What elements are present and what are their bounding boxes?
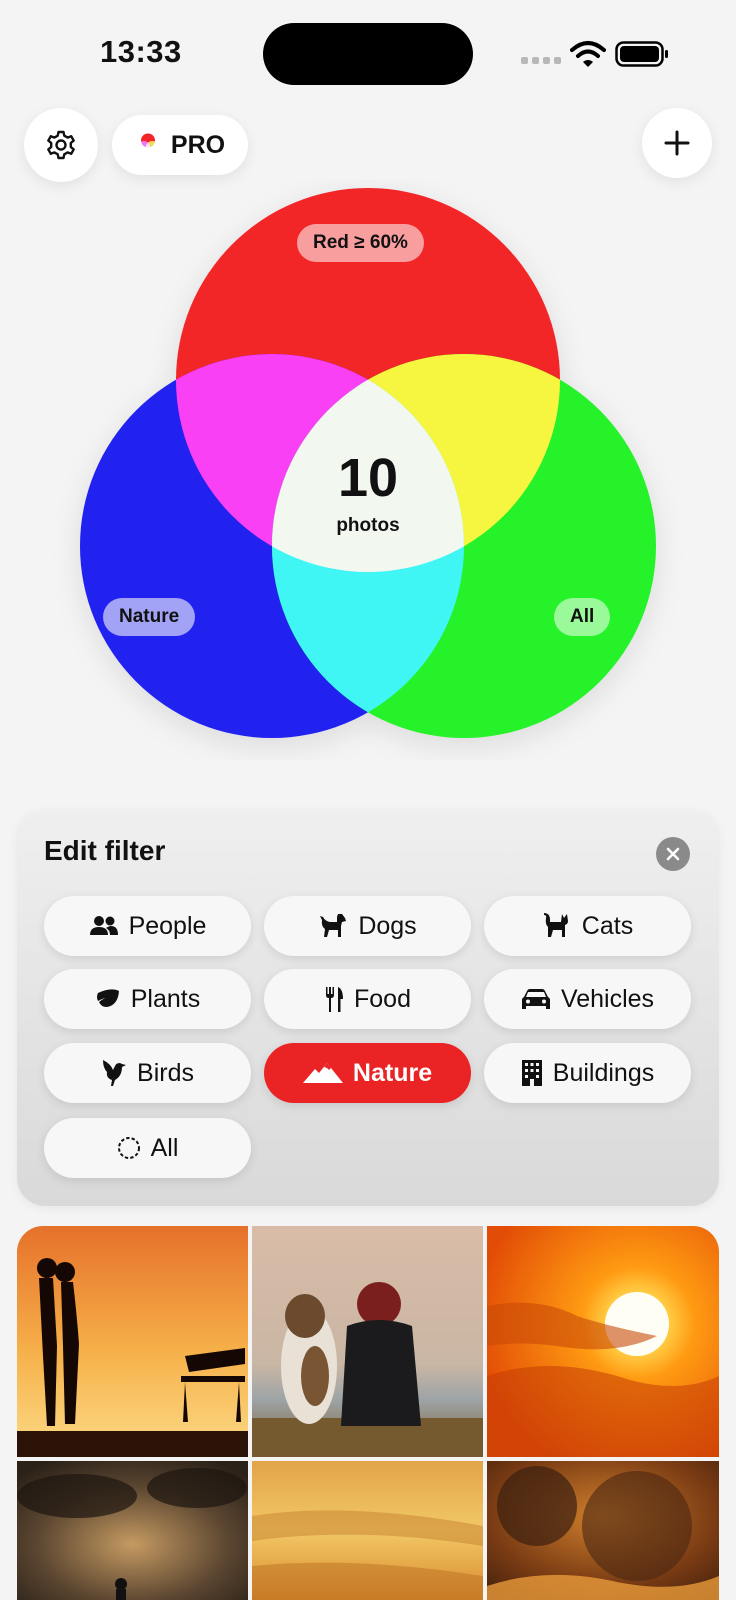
photo-count: 10: [337, 448, 399, 508]
edit-filter-title: Edit filter: [44, 835, 166, 866]
photo-thumbnail[interactable]: [487, 1226, 719, 1457]
chip-label: Food: [354, 984, 411, 1013]
status-time: 13:33: [100, 34, 182, 69]
chip-label: People: [128, 911, 207, 940]
chip-label: Cats: [581, 911, 634, 940]
car-icon: [521, 989, 550, 1009]
green-set-label[interactable]: All: [554, 598, 611, 636]
people-icon: [89, 916, 118, 935]
pro-label: PRO: [170, 130, 226, 159]
dynamic-island: [263, 23, 473, 85]
photo-thumbnail[interactable]: [252, 1226, 483, 1457]
building-icon: [521, 1060, 542, 1086]
filter-chip-plants[interactable]: Plants: [44, 969, 251, 1029]
dog-icon: [320, 914, 347, 937]
fork-knife-icon: [326, 987, 343, 1012]
leaf-icon: [96, 989, 119, 1007]
close-icon: [666, 847, 680, 861]
photo-thumbnail[interactable]: [252, 1461, 483, 1600]
filter-chip-buildings[interactable]: Buildings: [484, 1043, 691, 1103]
add-button[interactable]: [642, 108, 712, 178]
blue-set-label[interactable]: Nature: [103, 598, 196, 636]
filter-chip-dogs[interactable]: Dogs: [264, 896, 471, 956]
filter-chip-food[interactable]: Food: [264, 969, 471, 1029]
rgb-venn-icon: [136, 133, 160, 155]
wifi-icon: [570, 41, 606, 67]
photo-grid: [17, 1226, 719, 1600]
chip-label: All: [150, 1133, 179, 1162]
filter-chip-people[interactable]: People: [44, 896, 251, 956]
chip-label: Plants: [130, 984, 201, 1013]
bird-icon: [103, 1060, 127, 1086]
photo-thumbnail[interactable]: [17, 1226, 248, 1457]
mountain-icon: [302, 1063, 343, 1083]
chip-label: Buildings: [552, 1058, 655, 1087]
photo-thumbnail[interactable]: [487, 1461, 719, 1600]
dashed-circle-icon: [117, 1137, 140, 1159]
filter-chip-cats[interactable]: Cats: [484, 896, 691, 956]
pro-button[interactable]: PRO: [112, 115, 248, 175]
plus-icon: [664, 130, 690, 156]
gear-icon: [47, 130, 75, 160]
cellular-signal-icon: [521, 57, 561, 64]
close-filter-button[interactable]: [656, 837, 690, 871]
battery-icon: [615, 41, 668, 67]
red-set-label[interactable]: Red ≥ 60%: [297, 224, 424, 262]
chip-label: Birds: [137, 1058, 194, 1087]
photo-thumbnail[interactable]: [17, 1461, 248, 1600]
filter-chip-vehicles[interactable]: Vehicles: [484, 969, 691, 1029]
filter-chip-all[interactable]: All: [44, 1118, 251, 1178]
cat-icon: [543, 913, 568, 937]
settings-button[interactable]: [24, 108, 98, 182]
chip-label: Dogs: [358, 911, 417, 940]
chip-label: Nature: [352, 1058, 433, 1087]
chip-label: Vehicles: [560, 984, 655, 1013]
filter-chip-nature[interactable]: Nature: [264, 1043, 471, 1103]
photo-count-unit: photos: [336, 515, 400, 536]
filter-chip-birds[interactable]: Birds: [44, 1043, 251, 1103]
